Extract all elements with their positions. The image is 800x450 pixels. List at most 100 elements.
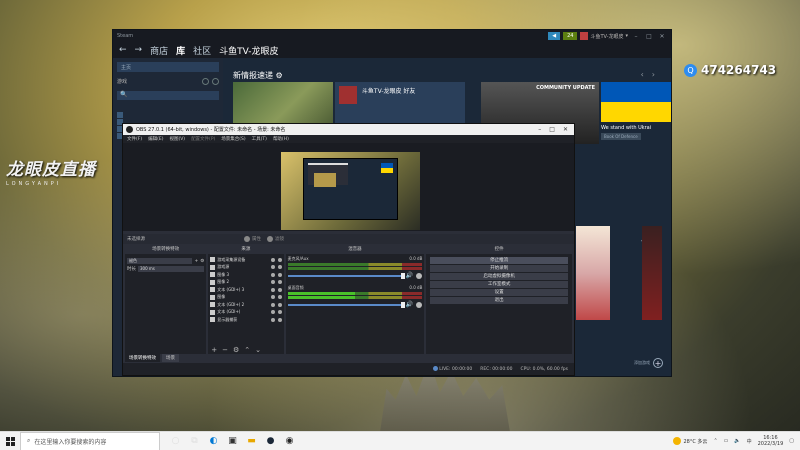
minus-icon[interactable]: − [222, 346, 228, 354]
network-icon[interactable]: ▭ [724, 438, 729, 444]
menu-tools[interactable]: 工具(T) [252, 136, 267, 142]
steam-icon[interactable]: ● [265, 436, 276, 447]
file-explorer-icon[interactable]: ▬ [246, 436, 257, 447]
back-icon[interactable]: ← [119, 45, 127, 55]
nav-community[interactable]: 社区 [193, 44, 211, 57]
clock-icon[interactable] [202, 78, 209, 85]
news-card-ukraine[interactable]: We stand with Ukrai Book Of Defence [601, 82, 671, 144]
list-item[interactable]: 游戏源 [210, 264, 282, 272]
volume-slider[interactable] [287, 301, 405, 308]
menu-edit[interactable]: 编辑(E) [148, 136, 163, 142]
taskbar-search-input[interactable]: ⌕ 在这里输入你要搜索的内容 [20, 431, 160, 450]
properties-button[interactable]: 属性 [244, 236, 261, 242]
edge-icon[interactable]: ◐ [208, 436, 219, 447]
exit-button[interactable]: 退出 [430, 297, 568, 304]
nav-store[interactable]: 商店 [150, 44, 168, 57]
close-icon[interactable]: ✕ [657, 33, 667, 40]
menu-scene-collection[interactable]: 场景集合(S) [221, 136, 245, 142]
task-view-icon[interactable]: ⧉ [189, 436, 200, 447]
add-game-button[interactable]: 添加游戏 + [634, 358, 663, 368]
forward-icon[interactable]: → [135, 45, 143, 55]
lock-icon[interactable] [277, 287, 282, 292]
maximize-icon[interactable]: □ [549, 126, 555, 133]
menu-file[interactable]: 文件(F) [127, 136, 142, 142]
chevron-up-icon[interactable]: ⌃ [713, 438, 717, 444]
virtual-camera-button[interactable]: 启动虚拟摄像机 [430, 273, 568, 280]
plus-icon[interactable]: + [194, 259, 198, 264]
lock-icon[interactable] [277, 302, 282, 307]
lock-icon[interactable] [277, 265, 282, 270]
notification-icon[interactable]: ▢ [789, 438, 794, 444]
nav-profile[interactable]: 斗鱼TV-龙眼皮 [219, 44, 278, 57]
tab-transitions[interactable]: 场景转换特效 [125, 354, 160, 362]
play-icon[interactable] [212, 78, 219, 85]
chevron-up-icon[interactable]: ⌃ [244, 346, 250, 354]
eye-icon[interactable] [270, 317, 275, 322]
minimize-icon[interactable]: – [631, 33, 641, 40]
obs-preview[interactable] [123, 143, 574, 231]
list-item[interactable]: 文本 (GDI+) 2 [210, 301, 282, 309]
settings-button[interactable]: 设置 [430, 289, 568, 296]
gear-icon[interactable]: ⚙ [233, 346, 239, 354]
start-recording-button[interactable]: 开始录制 [430, 265, 568, 272]
chevron-down-icon[interactable]: ⌄ [255, 346, 261, 354]
start-button[interactable] [0, 432, 20, 450]
eye-icon[interactable] [270, 302, 275, 307]
chevron-right-icon[interactable]: › [652, 70, 655, 79]
nav-library[interactable]: 库 [176, 44, 185, 57]
list-item[interactable] [117, 112, 123, 118]
ime-icon[interactable]: 中 [747, 438, 752, 445]
steam-menu-steam[interactable]: Steam [117, 33, 133, 39]
lock-icon[interactable] [277, 295, 282, 300]
sidebar-search-input[interactable]: 🔍 [117, 91, 219, 100]
duration-input[interactable]: 300 ms [138, 266, 205, 272]
lock-icon[interactable] [277, 257, 282, 262]
eye-icon[interactable] [270, 295, 275, 300]
slider-handle[interactable] [400, 272, 405, 279]
speaker-icon[interactable]: 🔊 [406, 301, 413, 308]
eye-icon[interactable] [270, 280, 275, 285]
list-item[interactable]: 图像 2 [210, 279, 282, 287]
lock-icon[interactable] [277, 272, 282, 277]
minimize-icon[interactable]: – [538, 126, 541, 133]
game-cover-dark[interactable] [642, 226, 662, 320]
close-icon[interactable]: ✕ [563, 126, 568, 133]
obs-icon[interactable]: ◉ [284, 436, 295, 447]
lock-icon[interactable] [277, 280, 282, 285]
stop-streaming-button[interactable]: 停止推流 [430, 257, 568, 264]
list-item[interactable]: 图像 [210, 294, 282, 302]
gear-icon[interactable]: ⚙ [276, 71, 283, 80]
weather-widget[interactable]: 28°C 多云 [673, 437, 707, 445]
plus-icon[interactable]: + [211, 346, 217, 354]
cortana-icon[interactable]: ○ [170, 436, 181, 447]
game-cover-anime[interactable] [576, 226, 610, 320]
clock[interactable]: 16:16 2022/3/19 [758, 435, 784, 447]
steam-notification-button[interactable]: 24 [563, 32, 578, 40]
store-icon[interactable]: ▣ [227, 436, 238, 447]
eye-icon[interactable] [270, 265, 275, 270]
slider-handle[interactable] [400, 301, 405, 308]
steam-user-menu[interactable]: 斗鱼TV-龙眼皮 ▾ [580, 32, 628, 40]
eye-icon[interactable] [270, 272, 275, 277]
maximize-icon[interactable]: □ [644, 33, 654, 40]
gear-icon[interactable] [416, 301, 423, 308]
list-item[interactable]: 文本 (GDI+) 3 [210, 286, 282, 294]
filters-button[interactable]: 滤镜 [267, 236, 284, 242]
eye-icon[interactable] [270, 287, 275, 292]
eye-icon[interactable] [270, 310, 275, 315]
lock-icon[interactable] [277, 317, 282, 322]
chevron-left-icon[interactable]: ‹ [641, 70, 644, 79]
speaker-icon[interactable]: 🔊 [406, 272, 413, 279]
sidebar-home[interactable]: 主页 [117, 62, 219, 72]
sidebar-games-header[interactable]: 游戏 [117, 78, 219, 85]
menu-view[interactable]: 视图(V) [169, 136, 185, 142]
list-item[interactable]: 图像 3 [210, 271, 282, 279]
volume-icon[interactable]: 🔈 [734, 438, 740, 444]
volume-slider[interactable] [287, 272, 405, 279]
studio-mode-button[interactable]: 工作室模式 [430, 281, 568, 288]
list-item[interactable]: 显示器捕获 [210, 316, 282, 324]
transition-select[interactable]: 褪色 [127, 258, 193, 264]
list-item[interactable]: 文本 (GDI+) [210, 309, 282, 317]
lock-icon[interactable] [277, 310, 282, 315]
eye-icon[interactable] [270, 257, 275, 262]
